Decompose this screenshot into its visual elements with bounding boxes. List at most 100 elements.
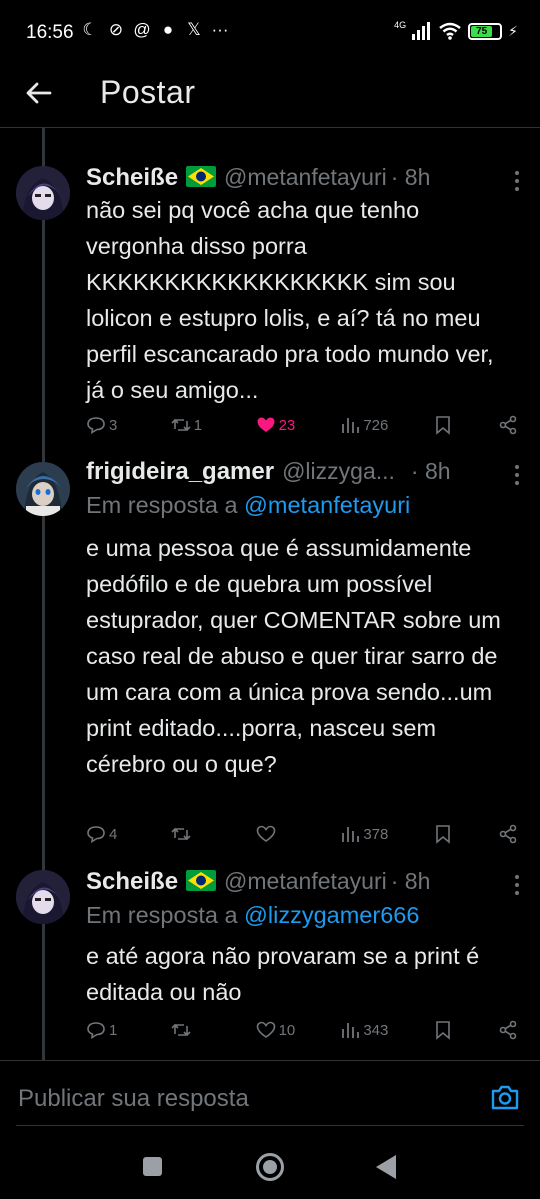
- reply-input[interactable]: Publicar sua resposta: [18, 1085, 249, 1113]
- tweet-actions: 1 10 343: [86, 1017, 518, 1043]
- camera-icon[interactable]: [490, 1083, 520, 1111]
- status-time: 16:56: [26, 22, 74, 43]
- system-back-button[interactable]: [376, 1155, 396, 1179]
- avatar[interactable]: [16, 870, 70, 924]
- avatar-image: [16, 166, 70, 220]
- tweet-actions: 3 1 23 726: [86, 412, 518, 438]
- more-options-icon[interactable]: [514, 874, 520, 896]
- heart-outline-icon: [256, 1021, 275, 1038]
- back-arrow-icon[interactable]: [24, 78, 54, 108]
- wifi-icon: [439, 22, 461, 40]
- bookmark-icon: [436, 416, 450, 435]
- more-options-icon[interactable]: [514, 170, 520, 192]
- tweet-header: Scheiße @metanfetayuri · 8h: [86, 868, 524, 898]
- avatar[interactable]: [16, 462, 70, 516]
- reply-context-prefix: Em resposta a: [86, 902, 245, 928]
- reply-count: 1: [109, 1021, 118, 1039]
- reply-count: 4: [109, 825, 118, 843]
- tweet-text: e até agora não provaram se a print é ed…: [86, 943, 480, 1005]
- reply-mention-link[interactable]: @lizzygamer666: [244, 902, 419, 928]
- user-handle[interactable]: @metanfetayuri: [224, 868, 387, 895]
- tweet-text: não sei pq você acha que tenho vergonha …: [86, 197, 494, 403]
- status-bar: 16:56 ☾ ⊘ @ ● 𝕏 ··· 4G 75 ⚡: [0, 0, 540, 66]
- tweet-time: · 8h: [390, 868, 431, 894]
- home-button[interactable]: [256, 1153, 284, 1181]
- page-title: Postar: [100, 74, 196, 110]
- network-type: 4G: [394, 20, 407, 30]
- retweet-button[interactable]: [171, 824, 211, 844]
- bookmark-button[interactable]: [433, 1020, 453, 1040]
- system-navigation-bar: [0, 1126, 540, 1199]
- status-right-icons: 4G 75 ⚡: [394, 20, 518, 40]
- reply-composer: Publicar sua resposta: [0, 1060, 540, 1126]
- tweet-header: Scheiße @metanfetayuri · 8h: [86, 164, 524, 194]
- reply-context-prefix: Em resposta a: [86, 492, 245, 518]
- views-button[interactable]: 343: [340, 1020, 388, 1040]
- signal-icon: [412, 22, 431, 40]
- view-count: 378: [363, 825, 389, 843]
- share-button[interactable]: [498, 1020, 518, 1040]
- reply-icon: [87, 417, 105, 435]
- bookmark-button[interactable]: [433, 824, 453, 844]
- app-header: Postar: [0, 66, 540, 128]
- share-button[interactable]: [498, 824, 518, 844]
- heart-outline-icon: [256, 825, 275, 842]
- display-name[interactable]: Scheiße: [86, 164, 178, 192]
- user-handle[interactable]: @metanfetayuri: [224, 164, 387, 191]
- recent-apps-button[interactable]: [143, 1157, 162, 1176]
- avatar-image: [16, 870, 70, 924]
- reply-icon: [87, 1022, 105, 1040]
- battery-level: 75: [471, 25, 493, 37]
- chat-icon: ●: [162, 20, 174, 39]
- moon-icon: ☾: [82, 20, 98, 39]
- share-icon: [499, 415, 517, 435]
- battery-icon: 75: [468, 22, 503, 40]
- view-count: 726: [363, 416, 389, 434]
- views-icon: [342, 418, 360, 433]
- reply-button[interactable]: 3: [86, 415, 126, 435]
- like-button[interactable]: [256, 824, 296, 844]
- like-count: 23: [278, 416, 296, 434]
- tweet-time: · 8h: [390, 164, 431, 190]
- display-name[interactable]: frigideira_gamer: [86, 458, 274, 486]
- like-button[interactable]: 23: [256, 415, 296, 435]
- mute-icon: ⊘: [108, 20, 124, 39]
- retweet-icon: [171, 418, 191, 432]
- bookmark-icon: [436, 825, 450, 844]
- retweet-button[interactable]: 1: [171, 415, 211, 435]
- reply-count: 3: [109, 416, 118, 434]
- tweet-text: e uma pessoa que é assumidamente pedófil…: [86, 535, 501, 777]
- share-icon: [499, 1020, 517, 1040]
- retweet-button[interactable]: [171, 1020, 211, 1040]
- reply-icon: [87, 826, 105, 844]
- more-notifications-icon: ···: [211, 20, 229, 39]
- tweet-actions: 4 378: [86, 821, 518, 847]
- heart-filled-icon: [257, 417, 275, 432]
- threads-icon: @: [133, 20, 151, 39]
- tweet-header: frigideira_gamer @lizzyga... · 8h: [86, 458, 524, 488]
- status-notification-icons: ☾ ⊘ @ ● 𝕏 ···: [80, 20, 230, 40]
- charging-icon: ⚡: [508, 22, 518, 39]
- display-name[interactable]: Scheiße: [86, 868, 178, 896]
- reply-button[interactable]: 4: [86, 824, 126, 844]
- reply-mention-link[interactable]: @metanfetayuri: [244, 492, 410, 518]
- views-button[interactable]: 726: [340, 415, 388, 435]
- brazil-flag-icon: [186, 870, 217, 891]
- reply-button[interactable]: 1: [86, 1020, 126, 1040]
- bookmark-button[interactable]: [433, 415, 453, 435]
- brazil-flag-icon: [186, 166, 217, 187]
- view-count: 343: [363, 1021, 389, 1039]
- views-icon: [342, 1023, 360, 1038]
- x-icon: 𝕏: [187, 20, 201, 39]
- share-icon: [499, 824, 517, 844]
- share-button[interactable]: [498, 415, 518, 435]
- retweet-icon: [171, 1023, 191, 1037]
- avatar[interactable]: [16, 166, 70, 220]
- retweet-icon: [171, 827, 191, 841]
- tweet-time: · 8h: [410, 458, 451, 484]
- more-options-icon[interactable]: [514, 464, 520, 486]
- like-button[interactable]: 10: [256, 1020, 296, 1040]
- user-handle[interactable]: @lizzyga...: [282, 458, 395, 485]
- views-button[interactable]: 378: [340, 824, 388, 844]
- like-count: 10: [278, 1021, 296, 1039]
